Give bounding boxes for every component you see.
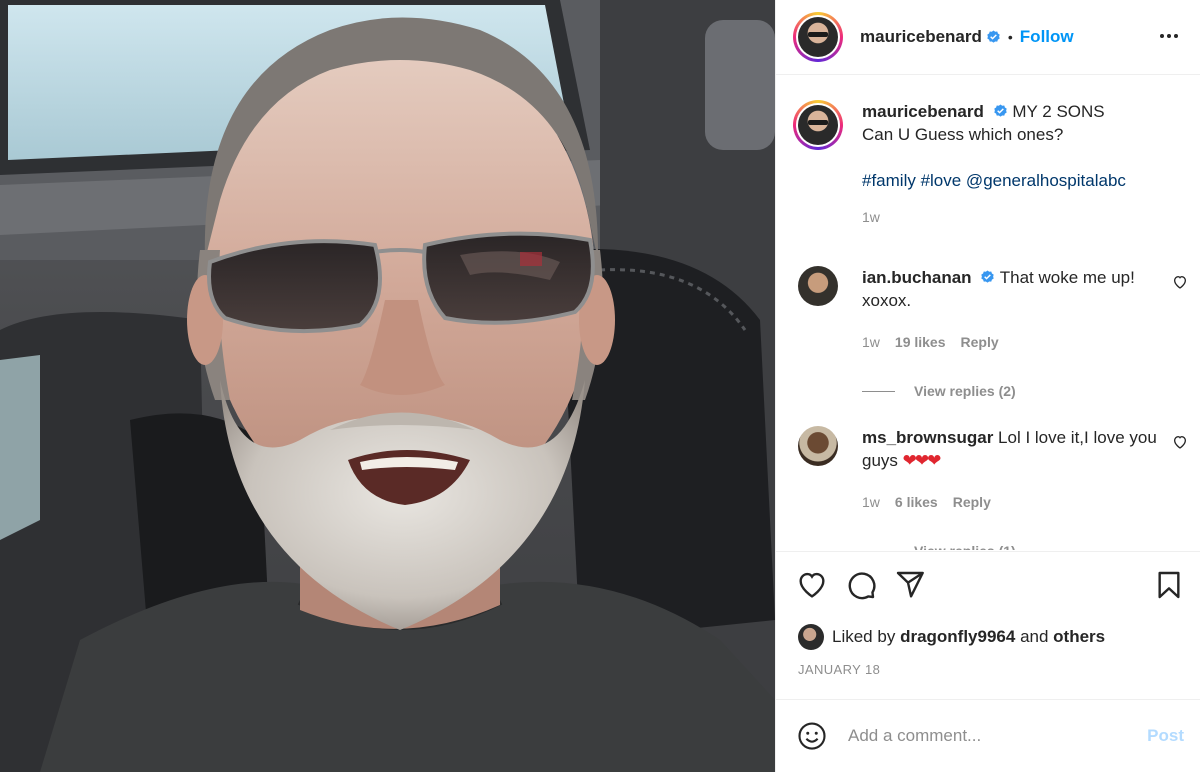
post-side-panel: mauricebenard • Follow mauricebenard MY … [775, 0, 1200, 772]
caption-avatar[interactable] [793, 100, 843, 150]
comment-like-heart-icon[interactable] [1172, 434, 1188, 450]
comment-item: ian.buchanan That woke me up! xoxox. 1w … [798, 266, 1193, 403]
verified-badge-icon [981, 270, 994, 283]
comment-age[interactable]: 1w [862, 331, 880, 354]
avatar [798, 105, 838, 145]
comment-like-heart-icon[interactable] [1172, 274, 1188, 290]
liked-by-user[interactable]: dragonfly9964 [900, 627, 1015, 647]
view-replies-label: View replies (2) [914, 383, 1016, 399]
paper-plane-icon[interactable] [894, 569, 926, 601]
commenter-avatar[interactable] [798, 426, 838, 466]
header-separator: • [1007, 29, 1013, 45]
view-replies-button[interactable]: View replies (1) [862, 540, 1162, 550]
liked-by-prefix: Liked by [832, 627, 896, 646]
liked-by-others[interactable]: others [1053, 627, 1105, 647]
post-comment-button[interactable]: Post [1147, 726, 1184, 746]
avatar [798, 17, 838, 57]
comment-item: ms_brownsugar Lol I love it,I love you g… [798, 426, 1193, 550]
photo-illustration [0, 0, 775, 772]
caption-hashtags[interactable]: #family #love @generalhospitalabc [862, 169, 1126, 192]
comment-input[interactable] [848, 726, 1138, 746]
comment-likes[interactable]: 6 likes [895, 491, 938, 514]
comment-likes[interactable]: 19 likes [895, 331, 946, 354]
caption-age[interactable]: 1w [862, 206, 1126, 229]
caption-username[interactable]: mauricebenard [862, 102, 984, 121]
commenter-avatar[interactable] [798, 266, 838, 306]
more-options-icon[interactable] [1157, 24, 1181, 48]
comment-age[interactable]: 1w [862, 491, 880, 514]
comments-list[interactable]: mauricebenard MY 2 SONS Can U Guess whic… [776, 76, 1200, 550]
bookmark-icon[interactable] [1153, 569, 1185, 601]
liked-by-summary[interactable]: Liked by dragonfly9964 and others [798, 624, 1105, 650]
replies-divider [862, 391, 895, 392]
post-actions: Liked by dragonfly9964 and others JANUAR… [776, 551, 1200, 699]
caption-line-2: Can U Guess which ones? [862, 125, 1064, 144]
heart-icon[interactable] [796, 569, 828, 601]
hearts-emoji: ❤❤❤ [902, 451, 942, 470]
instagram-post: mauricebenard • Follow mauricebenard MY … [0, 0, 1200, 772]
post-photo[interactable] [0, 0, 775, 772]
verified-badge-icon [993, 104, 1007, 117]
reply-button[interactable]: Reply [953, 491, 991, 514]
liker-avatar [798, 624, 824, 650]
post-caption: mauricebenard MY 2 SONS Can U Guess whic… [793, 100, 1193, 229]
comment-bubble-icon[interactable] [845, 569, 877, 601]
author-avatar-story-ring[interactable] [793, 12, 843, 62]
caption-line-1: MY 2 SONS [1012, 102, 1105, 121]
view-replies-label: View replies (1) [914, 540, 1016, 550]
comment-username[interactable]: ms_brownsugar [862, 428, 993, 447]
comment-username[interactable]: ian.buchanan [862, 268, 972, 287]
author-username[interactable]: mauricebenard [860, 27, 982, 47]
follow-button[interactable]: Follow [1020, 27, 1074, 47]
smiley-icon[interactable] [797, 721, 827, 751]
verified-badge-icon [987, 29, 1000, 43]
view-replies-button[interactable]: View replies (2) [862, 380, 1162, 403]
post-date[interactable]: JANUARY 18 [798, 662, 880, 677]
liked-by-joiner: and [1020, 627, 1049, 646]
reply-button[interactable]: Reply [961, 331, 999, 354]
add-comment-bar: Post [776, 699, 1200, 772]
post-header: mauricebenard • Follow [776, 0, 1200, 75]
